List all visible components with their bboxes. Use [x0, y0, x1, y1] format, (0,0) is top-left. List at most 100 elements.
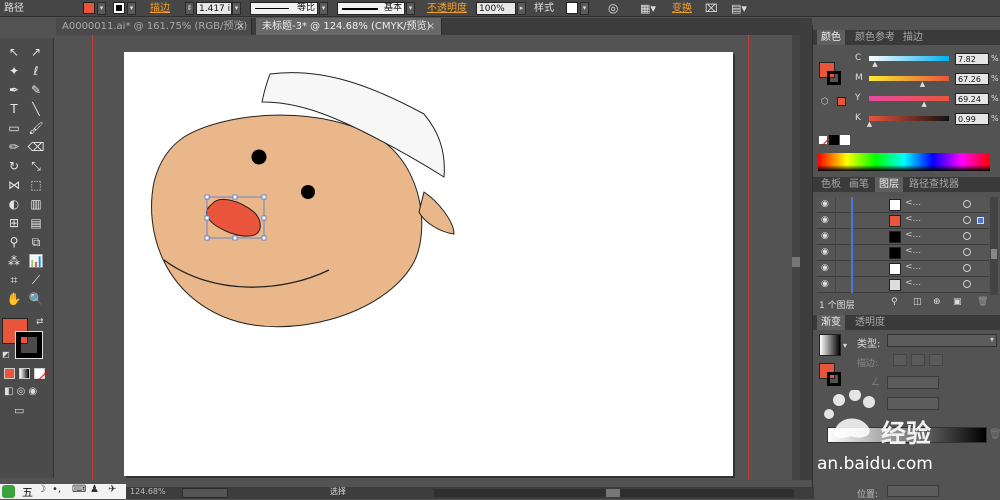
visibility-eye-icon[interactable]: ◉ — [821, 263, 829, 273]
column-graph-tool-icon[interactable]: 📊 — [27, 252, 45, 270]
selection-handle[interactable] — [204, 235, 210, 241]
eraser-tool-icon[interactable]: ⌫ — [27, 138, 45, 156]
artboard-tool-icon[interactable]: ⌗ — [5, 271, 23, 289]
opacity-input[interactable]: 100% — [476, 2, 516, 15]
location-input[interactable] — [887, 485, 939, 497]
delete-layer-icon[interactable]: 🗑 — [977, 297, 988, 307]
visibility-eye-icon[interactable]: ◉ — [821, 231, 829, 241]
swap-fill-stroke-icon[interactable]: ⇄ — [36, 317, 44, 327]
ear-shape[interactable] — [418, 191, 455, 235]
ime-logo-icon[interactable] — [2, 485, 15, 498]
target-icon[interactable] — [963, 232, 971, 240]
stroke-gradient-option[interactable] — [929, 354, 943, 366]
type-tool-icon[interactable]: T — [5, 100, 23, 118]
isolate-group-icon[interactable]: ⌧ — [705, 0, 718, 17]
close-icon[interactable]: × — [237, 18, 245, 35]
channel-slider[interactable] — [869, 56, 949, 61]
settings-icon[interactable]: ✈ — [108, 484, 116, 495]
artboard-navigator[interactable] — [182, 488, 228, 498]
graphic-style-dropdown[interactable]: ▾ — [580, 2, 589, 15]
selection-tool-icon[interactable]: ↖ — [5, 43, 23, 61]
stroke-weight-dropdown[interactable]: ▾ — [232, 2, 241, 15]
target-icon[interactable] — [963, 264, 971, 272]
layer-row[interactable]: ◉ <... — [817, 197, 989, 213]
zoom-tool-icon[interactable]: 🔍 — [27, 290, 45, 308]
selection-handle[interactable] — [232, 235, 238, 241]
mesh-tool-icon[interactable]: ⊞ — [5, 214, 23, 232]
channel-value[interactable]: 69.24 — [955, 93, 989, 105]
layer-row[interactable]: ◉ <... — [817, 213, 989, 229]
slider-thumb-icon[interactable]: ▲ — [920, 80, 925, 88]
visibility-eye-icon[interactable]: ◉ — [821, 199, 829, 209]
white-swatch[interactable] — [840, 135, 850, 145]
paintbrush-tool-icon[interactable]: 🖌 — [27, 119, 45, 137]
layer-row[interactable]: ◉ <... — [817, 277, 989, 293]
slider-thumb-icon[interactable]: ▲ — [872, 60, 877, 68]
line-tool-icon[interactable]: ╲ — [27, 100, 45, 118]
stroke-dropdown[interactable]: ▾ — [127, 2, 136, 15]
perspective-grid-tool-icon[interactable]: ▥ — [27, 195, 45, 213]
gradient-dropdown-icon[interactable]: ▾ — [843, 341, 847, 350]
draw-mode-icon[interactable]: ◧ ◎ ◉ — [4, 386, 37, 397]
skin-icon[interactable]: ♟ — [90, 484, 99, 495]
tab-pathfinder[interactable]: 路径查找器 — [905, 177, 963, 192]
blend-tool-icon[interactable]: ⧉ — [27, 233, 45, 251]
selection-handle[interactable] — [232, 194, 238, 200]
layer-name[interactable]: <... — [905, 214, 921, 224]
target-icon[interactable] — [963, 248, 971, 256]
fill-dropdown[interactable]: ▾ — [97, 2, 106, 15]
zoom-level[interactable]: 124.68% — [130, 487, 166, 496]
scrollbar-thumb[interactable] — [606, 489, 620, 497]
stroke-weight-input[interactable]: 1.417 i — [196, 2, 232, 15]
selection-handle[interactable] — [204, 194, 210, 200]
keyboard-icon[interactable]: ⌨ — [72, 484, 86, 495]
visibility-eye-icon[interactable]: ◉ — [821, 215, 829, 225]
brush-definition[interactable]: 基本 — [337, 2, 405, 15]
stroke-gradient-option[interactable] — [911, 354, 925, 366]
tab-transparency[interactable]: 透明度 — [851, 315, 889, 330]
visibility-eye-icon[interactable]: ◉ — [821, 279, 829, 289]
profile-dropdown[interactable]: ▾ — [319, 2, 328, 15]
punctuation-icon[interactable]: •, — [52, 484, 61, 495]
channel-value[interactable]: 7.82 — [955, 53, 989, 65]
hand-tool-icon[interactable]: ✋ — [5, 290, 23, 308]
tab-document-1[interactable]: A0000011.ai* @ 161.75% (RGB/预览) × — [56, 18, 252, 35]
create-sublayer-icon[interactable]: ⊕ — [933, 297, 941, 307]
channel-slider[interactable] — [869, 116, 949, 121]
panel-collapse-strip[interactable] — [800, 18, 812, 480]
layer-name[interactable]: <... — [905, 198, 921, 208]
stroke-color-swatch[interactable] — [15, 331, 43, 359]
color-stroke-swatch[interactable] — [827, 71, 841, 85]
layer-row[interactable]: ◉ <... — [817, 261, 989, 277]
stroke-weight-stepper[interactable]: ⇕ — [185, 2, 194, 15]
gradient-preview-swatch[interactable] — [819, 334, 841, 356]
align-grid-icon[interactable]: ▦▾ — [640, 0, 656, 17]
channel-value[interactable]: 0.99 — [955, 113, 989, 125]
tab-brushes[interactable]: 画笔 — [845, 177, 873, 192]
left-eye[interactable] — [251, 149, 267, 165]
panel-menu-icon[interactable]: ▤▾ — [731, 0, 747, 17]
gradient-tool-icon[interactable]: ▤ — [27, 214, 45, 232]
layer-name[interactable]: <... — [905, 230, 921, 240]
channel-value[interactable]: 67.26 — [955, 73, 989, 85]
transform-label[interactable]: 变换 — [672, 0, 692, 17]
pen-tool-icon[interactable]: ✒ — [5, 81, 23, 99]
color-spectrum-bar[interactable] — [818, 153, 990, 171]
layer-row[interactable]: ◉ <... — [817, 245, 989, 261]
gradient-type-select[interactable]: ▾ — [887, 334, 997, 347]
lasso-tool-icon[interactable]: ℓ — [27, 62, 45, 80]
shape-builder-tool-icon[interactable]: ◐ — [5, 195, 23, 213]
opacity-label[interactable]: 不透明度 — [427, 0, 467, 17]
make-clipping-mask-icon[interactable]: ◫ — [913, 297, 922, 307]
variable-width-profile[interactable]: 等比 — [250, 2, 318, 15]
vertical-scrollbar[interactable] — [792, 35, 800, 480]
pencil-tool-icon[interactable]: ✏ — [5, 138, 23, 156]
black-swatch[interactable] — [829, 135, 839, 145]
horizontal-scrollbar[interactable] — [434, 489, 794, 497]
rectangle-tool-icon[interactable]: ▭ — [5, 119, 23, 137]
curvature-tool-icon[interactable]: ✎ — [27, 81, 45, 99]
tab-color-guide[interactable]: 颜色参考 — [851, 30, 899, 45]
none-swatch[interactable] — [818, 135, 832, 147]
slider-thumb-icon[interactable]: ▲ — [867, 120, 872, 128]
right-eye[interactable] — [301, 185, 315, 199]
